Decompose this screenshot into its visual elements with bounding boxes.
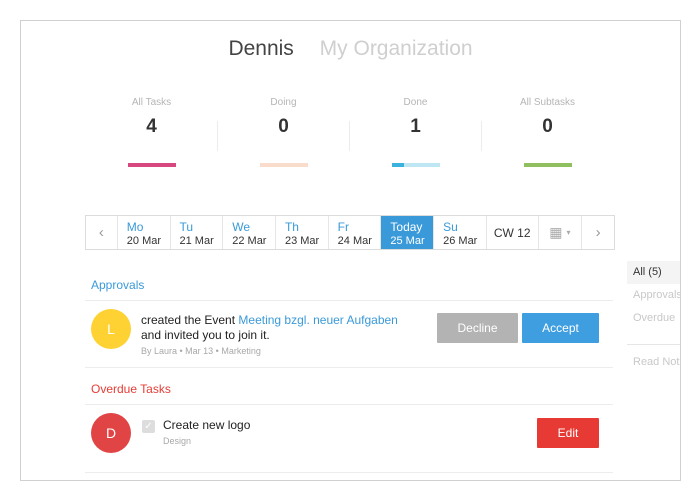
section-divider <box>85 472 613 473</box>
stat-done[interactable]: Done 1 <box>350 97 481 138</box>
day-name: Fr <box>337 220 349 234</box>
stat-label: All Subtasks <box>519 97 576 108</box>
filter-read-not[interactable]: Read Not <box>627 351 680 374</box>
week-navigator: ‹ Mo 20 Mar Tu 21 Mar We 22 Mar Th 23 Ma… <box>85 215 615 250</box>
approval-message: created the Event Meeting bzgl. neuer Au… <box>141 313 421 343</box>
stat-doing[interactable]: Doing 0 <box>218 97 349 138</box>
day-name: Tu <box>179 220 194 234</box>
day-date: 21 Mar <box>179 235 214 247</box>
next-week-button[interactable]: › <box>582 216 614 249</box>
day-name: Th <box>284 220 299 234</box>
day-cell-today[interactable]: Today 25 Mar <box>381 216 435 249</box>
stat-label: Doing <box>270 97 297 108</box>
stat-label: All Tasks <box>131 97 172 108</box>
caret-down-icon: ▾ <box>566 228 571 237</box>
done-progress-bar <box>392 163 440 167</box>
section-divider <box>85 404 613 405</box>
section-divider <box>85 300 613 301</box>
day-date: 20 Mar <box>126 235 162 247</box>
day-cell-mo[interactable]: Mo 20 Mar <box>118 216 171 249</box>
day-date: 24 Mar <box>337 235 372 247</box>
approval-meta: By Laura • Mar 13 • Marketing <box>141 346 261 356</box>
section-divider <box>85 367 613 368</box>
doing-bar <box>260 163 308 167</box>
stat-all-tasks[interactable]: All Tasks 4 <box>86 97 217 138</box>
subtasks-bar <box>524 163 572 167</box>
task-category: Design <box>163 436 192 446</box>
message-text: and invited you to join it. <box>141 328 270 342</box>
app-frame: Dennis My Organization All Tasks 4 Doing… <box>20 20 681 481</box>
stat-all-subtasks[interactable]: All Subtasks 0 <box>482 97 613 138</box>
day-date: 22 Mar <box>232 235 267 247</box>
day-name: We <box>232 220 251 234</box>
calendar-week-label: CW 12 <box>487 216 539 249</box>
message-text: created the Event <box>141 313 239 327</box>
all-tasks-bar <box>128 163 176 167</box>
chevron-right-icon: › <box>595 224 601 241</box>
day-date: 26 Mar <box>443 235 478 247</box>
sidebar-divider <box>627 344 680 345</box>
day-name: Su <box>443 220 458 234</box>
stat-value: 0 <box>542 116 553 137</box>
filter-overdue[interactable]: Overdue <box>627 307 680 330</box>
day-name: Today <box>390 220 423 234</box>
day-date: 25 Mar <box>390 235 425 247</box>
filter-all[interactable]: All (5) <box>627 261 680 284</box>
decline-button[interactable]: Decline <box>437 313 518 343</box>
overdue-section-title: Overdue Tasks <box>91 382 171 396</box>
organization-tab[interactable]: My Organization <box>320 37 473 60</box>
prev-week-button[interactable]: ‹ <box>86 216 118 249</box>
approvals-section-title: Approvals <box>91 278 145 292</box>
day-cell-th[interactable]: Th 23 Mar <box>276 216 329 249</box>
calendar-icon: ▦ <box>549 224 563 240</box>
day-cell-fr[interactable]: Fr 24 Mar <box>329 216 382 249</box>
day-name: Mo <box>126 220 144 234</box>
day-cell-su[interactable]: Su 26 Mar <box>434 216 487 249</box>
avatar: L <box>91 309 131 349</box>
dashboard-header: Dennis My Organization <box>21 37 680 61</box>
done-progress-fill <box>392 163 404 167</box>
stat-value: 1 <box>410 116 421 137</box>
filter-sidebar: All (5) Approvals Overdue Read Not <box>627 261 680 374</box>
task-checkbox[interactable]: ✓ <box>142 420 155 433</box>
day-cell-we[interactable]: We 22 Mar <box>223 216 276 249</box>
calendar-picker-button[interactable]: ▦ ▾ <box>539 216 583 249</box>
task-title[interactable]: Create new logo <box>163 418 250 433</box>
stat-label: Done <box>403 97 428 108</box>
edit-button[interactable]: Edit <box>537 418 599 448</box>
avatar: D <box>91 413 131 453</box>
accept-button[interactable]: Accept <box>522 313 599 343</box>
day-date: 23 Mar <box>284 235 320 247</box>
event-link[interactable]: Meeting bzgl. neuer Aufgaben <box>238 313 397 327</box>
stat-value: 4 <box>146 116 157 137</box>
day-cell-tu[interactable]: Tu 21 Mar <box>171 216 224 249</box>
filter-approvals[interactable]: Approvals <box>627 284 680 307</box>
check-icon: ✓ <box>144 421 153 432</box>
user-tab[interactable]: Dennis <box>228 37 293 60</box>
stat-value: 0 <box>278 116 289 137</box>
chevron-left-icon: ‹ <box>98 224 104 241</box>
